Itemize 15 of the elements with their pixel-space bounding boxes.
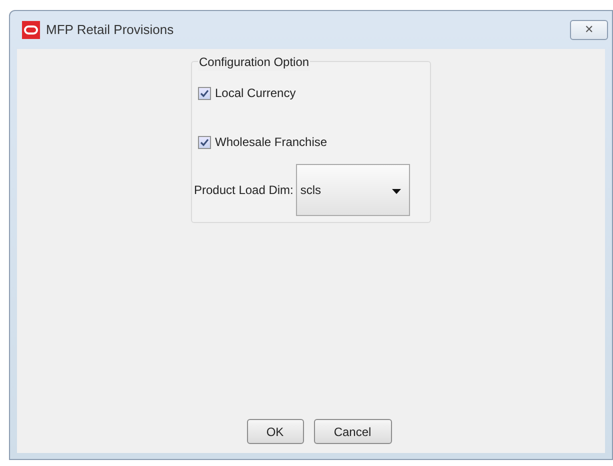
checkmark-icon <box>200 88 209 98</box>
app-logo-icon <box>22 21 40 39</box>
dropdown-label: Product Load Dim: <box>194 182 294 199</box>
checkbox-label: Local Currency <box>215 85 296 102</box>
dropdown-arrow-icon <box>392 189 402 194</box>
dropdown[interactable]: scls <box>296 164 410 216</box>
dropdown-value: scls <box>300 182 322 199</box>
checkbox[interactable] <box>198 136 211 148</box>
dialog-button[interactable]: OK <box>246 419 304 444</box>
window-title: MFP Retail Provisions <box>46 21 174 40</box>
dialog-button[interactable]: Cancel <box>314 419 392 444</box>
checkbox[interactable] <box>198 86 211 100</box>
checkbox-label: Wholesale Franchise <box>215 134 328 151</box>
close-button[interactable]: ✕ <box>570 20 608 40</box>
checkmark-icon <box>200 138 209 146</box>
